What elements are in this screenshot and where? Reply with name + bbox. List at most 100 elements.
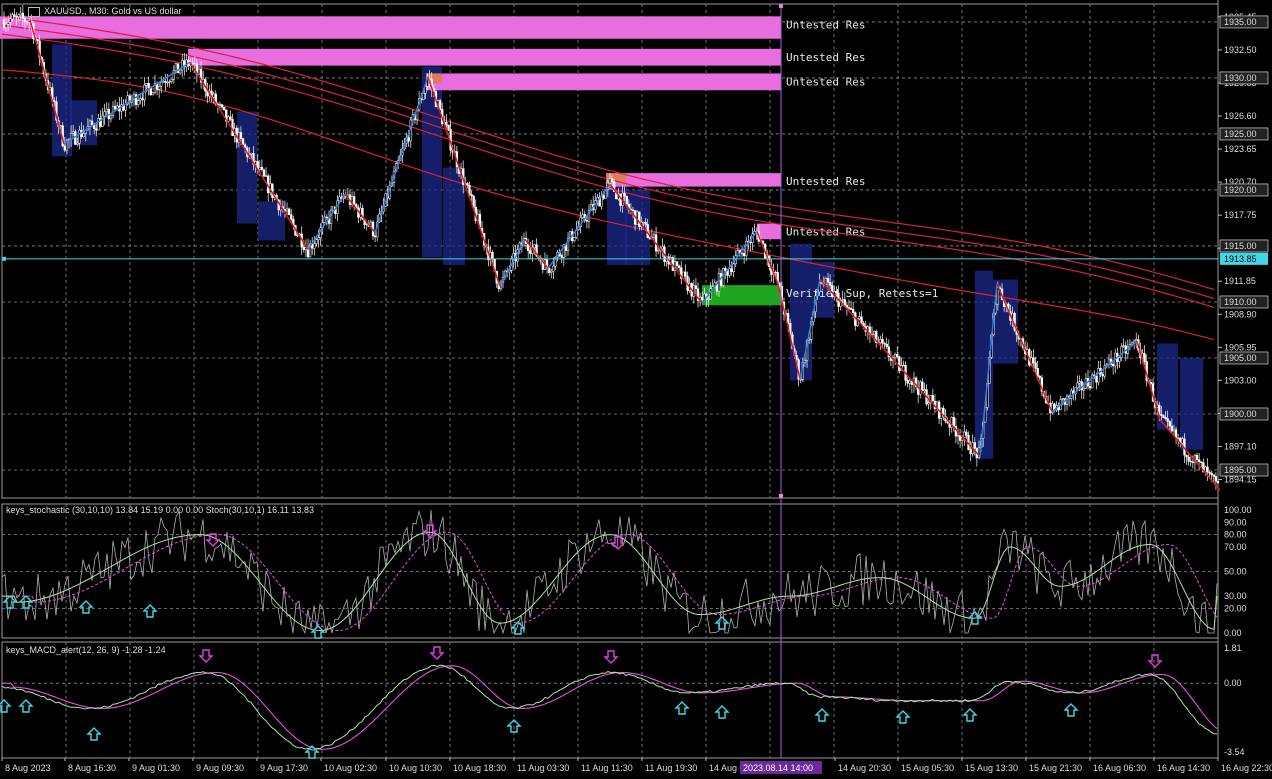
candle-body xyxy=(302,246,305,251)
candle-body xyxy=(445,122,448,126)
candle-body xyxy=(1112,364,1115,367)
zigzag-up-leg xyxy=(307,194,346,250)
candle-body xyxy=(170,79,173,82)
candle-body xyxy=(212,93,215,98)
macd-sell-arrow-icon xyxy=(603,650,619,664)
candle-body xyxy=(11,14,14,20)
candle-body xyxy=(774,271,777,274)
candle-body xyxy=(218,104,222,106)
candle-body xyxy=(1212,474,1215,477)
candle-body xyxy=(1076,382,1079,389)
y-tick-label: 1911.85 xyxy=(1224,276,1256,286)
macd-sell-arrow-icon xyxy=(1147,654,1163,668)
candle-body xyxy=(4,23,8,28)
macd-buy-arrow-icon xyxy=(18,699,34,713)
candle-body xyxy=(296,234,299,237)
macd-tick-label: 1.81 xyxy=(1224,643,1242,653)
candle-body xyxy=(290,214,293,220)
candle-body xyxy=(101,115,104,127)
candle-body xyxy=(684,271,687,277)
x-tick-label: 9 Aug 01:30 xyxy=(132,763,180,773)
zigzag-up-leg xyxy=(547,183,611,269)
candle-body xyxy=(1101,373,1104,377)
y-tick-label: 1923.65 xyxy=(1224,144,1257,154)
macd-buy-arrow-icon xyxy=(0,699,12,713)
candle-body xyxy=(373,235,377,238)
candle-body xyxy=(21,12,25,19)
candle-body xyxy=(1143,353,1146,362)
candle-body xyxy=(732,263,735,272)
candle-body xyxy=(1149,382,1153,384)
candle-body xyxy=(25,21,29,23)
macd-sell-arrow-icon xyxy=(198,649,214,663)
candle-body xyxy=(883,342,886,345)
y-tick-label: 1905.95 xyxy=(1224,342,1257,352)
candle-body xyxy=(969,449,972,454)
macd-buy-arrow-icon xyxy=(1063,703,1079,717)
chart-canvas[interactable]: Untested Res Untested Res Untested Res Unte… xyxy=(0,0,1272,779)
candle-body xyxy=(285,208,289,212)
candle-body xyxy=(88,120,92,127)
event-box xyxy=(790,243,812,381)
candle-body xyxy=(160,81,163,87)
macd-buy-arrow-icon xyxy=(814,708,830,722)
candle-body xyxy=(2,19,6,28)
zone-label: Untested Res xyxy=(786,75,865,88)
candle-body xyxy=(36,39,39,42)
candle-body xyxy=(78,129,81,144)
candle-body xyxy=(841,299,844,301)
candle-body xyxy=(178,69,182,74)
x-tick-label: 15 Aug 13:30 xyxy=(965,763,1018,773)
candle-body xyxy=(1118,357,1121,362)
candle-body xyxy=(491,252,494,260)
y-tick-label: 1926.60 xyxy=(1224,111,1257,121)
stoch-buy-arrow-icon xyxy=(714,616,730,630)
candle-body xyxy=(585,220,589,222)
candle-body xyxy=(1038,376,1041,379)
candle-body xyxy=(105,108,108,112)
candle-body xyxy=(13,14,16,17)
chart-window-icon[interactable] xyxy=(28,6,40,17)
candle-body xyxy=(824,278,828,285)
candle-body xyxy=(852,309,855,313)
candle-body xyxy=(113,105,117,110)
candle-body xyxy=(220,104,224,108)
price-level-label: 1900.00 xyxy=(1224,409,1257,419)
stoch-tick-label: 90.00 xyxy=(1224,517,1247,527)
zigzag-down-leg xyxy=(756,231,779,285)
macd-main-line xyxy=(1,664,1218,751)
candle-body xyxy=(652,234,656,238)
stoch-tick-label: 0.00 xyxy=(1224,628,1242,638)
candle-body xyxy=(881,339,884,344)
zone-label: Untested Res xyxy=(786,175,865,188)
candle-body xyxy=(264,175,268,177)
candle-body xyxy=(529,250,532,254)
stoch-tick-label: 20.00 xyxy=(1224,603,1247,613)
candle-body xyxy=(174,63,178,71)
candle-body xyxy=(193,63,196,65)
zone-res xyxy=(0,16,781,39)
candle-body xyxy=(952,417,955,427)
macd-label: keys_MACD_alert(12, 26, 9) -1.28 -1.24 xyxy=(6,645,166,655)
candle-body xyxy=(675,261,679,266)
candle-body xyxy=(1135,339,1138,342)
candle-body xyxy=(958,435,962,441)
macd-buy-arrow-icon xyxy=(962,708,978,722)
candle-body xyxy=(260,166,264,171)
candle-body xyxy=(533,244,536,249)
candle-body xyxy=(642,221,645,224)
candle-body xyxy=(1078,381,1081,384)
candle-body xyxy=(76,142,79,145)
candle-body xyxy=(17,14,20,18)
stoch-buy-arrow-icon xyxy=(78,600,94,614)
price-level-label: 1910.00 xyxy=(1224,297,1257,307)
candle-body xyxy=(353,196,356,205)
cursor-handle xyxy=(779,494,783,498)
x-tick-label: 9 Aug 17:30 xyxy=(260,763,308,773)
candle-body xyxy=(885,343,888,347)
candle-body xyxy=(15,16,18,18)
candle-body xyxy=(168,81,171,83)
candle-body xyxy=(828,282,832,286)
zone-label: Untested Res xyxy=(786,51,865,64)
candle-body xyxy=(902,364,905,367)
